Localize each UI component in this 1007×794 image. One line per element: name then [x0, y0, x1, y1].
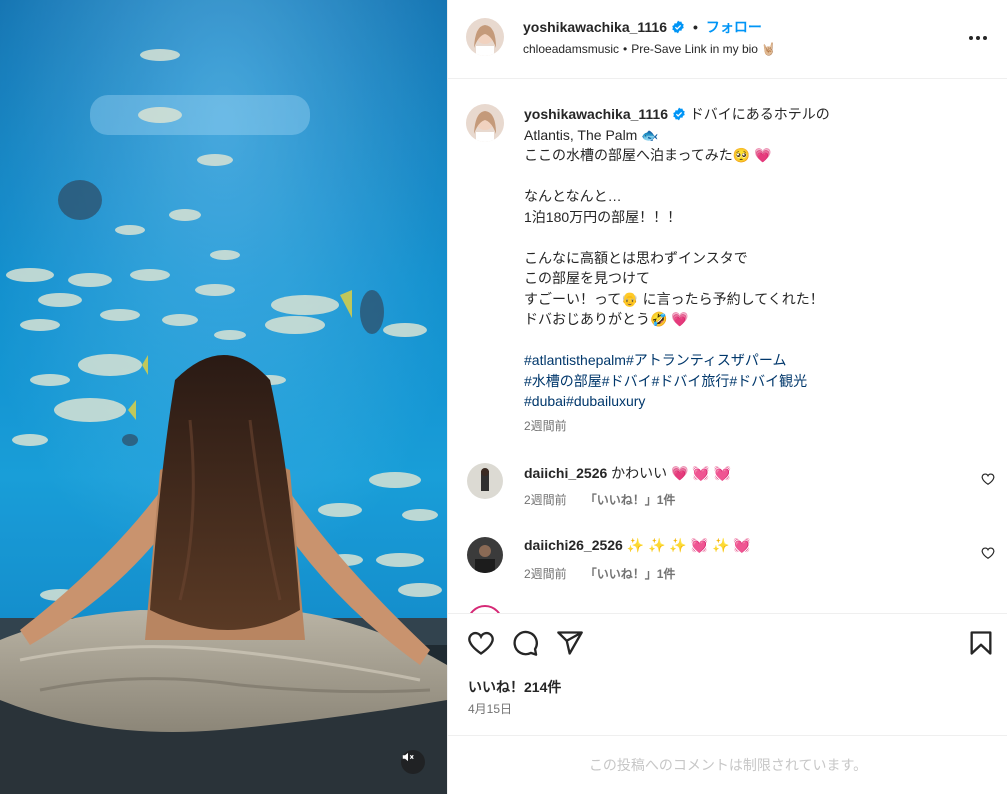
caption-timestamp[interactable]: 2週間前 [524, 417, 567, 434]
comment-likes[interactable]: 「いいね！」1件 [585, 565, 676, 582]
separator-dot: • [693, 19, 698, 35]
comment-username[interactable]: daiichi26_2526 [524, 537, 623, 553]
speaker-muted-icon [402, 752, 414, 762]
bookmark-icon[interactable] [967, 629, 995, 657]
caption-avatar[interactable] [466, 104, 504, 142]
avatar[interactable] [466, 18, 504, 56]
comment-meta: 2週間前 「いいね！」1件 [524, 491, 675, 508]
comment-row: daiichi_2526 かわいい 💗 💓 💓 2週間前 「いいね！」1件 [448, 463, 1007, 523]
likes-count[interactable]: いいね！214件 [468, 677, 561, 697]
comment-time[interactable]: 2週間前 [524, 491, 567, 508]
hashtag-line[interactable]: #dubai#dubailuxury [524, 391, 904, 412]
more-options-icon[interactable] [966, 26, 990, 50]
audio-artist[interactable]: chloeadamsmusic [523, 42, 619, 56]
audio-line[interactable]: chloeadamsmusic • Pre-Save Link in my bi… [523, 42, 776, 56]
caption-line: ドバおじありがとう🤣 💗 [524, 311, 689, 327]
post-date[interactable]: 4月15日 [468, 700, 512, 717]
commenter-avatar[interactable] [467, 605, 503, 613]
comment-icon[interactable] [511, 629, 539, 657]
post-side-panel: yoshikawachika_1116 • フォロー chloeadamsmus… [447, 0, 1007, 794]
comment-heart-icon[interactable] [981, 472, 995, 486]
caption-line [524, 166, 904, 187]
caption-line: Atlantis, The Palm 🐟 [524, 126, 659, 143]
comments-scroll-area[interactable]: yoshikawachika_1116 ドバイにあるホテルの Atlantis,… [448, 80, 1007, 613]
header-user-line: yoshikawachika_1116 • フォロー [523, 17, 762, 37]
verified-badge-icon [672, 20, 684, 34]
caption-line [524, 227, 904, 248]
audio-title[interactable]: Pre-Save Link in my bio 🤘🏼 [631, 42, 776, 56]
caption-username[interactable]: yoshikawachika_1116 [524, 106, 668, 122]
post-caption: yoshikawachika_1116 ドバイにあるホテルの Atlantis,… [524, 104, 904, 412]
post-video[interactable] [0, 0, 447, 794]
caption-line: ここの水槽の部屋へ泊まってみた🥺 💗 [524, 147, 772, 163]
post-actions: いいね！214件 4月15日 [448, 613, 1007, 735]
comment-row: daiichi26_2526 ✨ ✨ ✨ 💓 ✨ 💓 2週間前 「いいね！」1件 [448, 537, 1007, 597]
comment-time[interactable]: 2週間前 [524, 565, 567, 582]
caption-line: なんとなんと… [524, 188, 622, 204]
caption-line: 1泊180万円の部屋！！！ [524, 208, 682, 225]
comment-heart-icon[interactable] [981, 546, 995, 560]
verified-badge-icon [673, 107, 685, 121]
comment-meta: 2週間前 「いいね！」1件 [524, 565, 675, 582]
comment-username[interactable]: daiichi_2526 [524, 465, 607, 481]
caption-line: すごーい！って👴 に言ったら予約してくれた！ [524, 290, 824, 307]
comment-text: かわいい 💗 💓 💓 [607, 465, 732, 481]
header-username[interactable]: yoshikawachika_1116 [523, 19, 667, 35]
caption-line: ドバイにあるホテルの [685, 106, 830, 122]
caption-line: この部屋を見つけて [524, 270, 650, 286]
hashtag-line[interactable]: #水槽の部屋#ドバイ#ドバイ旅行#ドバイ観光 [524, 371, 904, 392]
commenter-avatar[interactable] [467, 463, 503, 499]
hashtag-line[interactable]: #atlantisthepalm#アトランティスザパーム [524, 350, 904, 371]
commenter-avatar[interactable] [467, 537, 503, 573]
aquarium-scene [0, 0, 447, 794]
share-icon[interactable] [556, 629, 584, 657]
heart-icon[interactable] [467, 629, 495, 657]
comment-likes[interactable]: 「いいね！」1件 [585, 491, 676, 508]
audio-separator: • [623, 42, 628, 56]
caption-line: こんなに高額とは思わずインスタで [524, 249, 748, 266]
mute-button[interactable] [401, 750, 425, 774]
post-header: yoshikawachika_1116 • フォロー chloeadamsmus… [448, 0, 1007, 79]
follow-button[interactable]: フォロー [706, 17, 762, 37]
comments-restricted-notice: この投稿へのコメントは制限されています。 [448, 735, 1007, 794]
comment-text: ✨ ✨ ✨ 💓 ✨ 💓 [622, 537, 751, 553]
